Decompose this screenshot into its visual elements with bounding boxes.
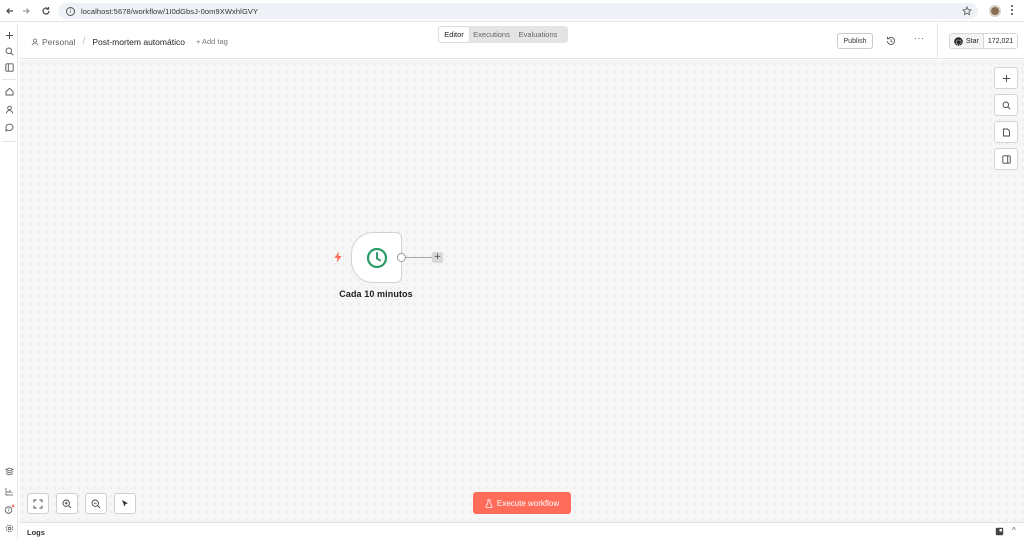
schedule-trigger-node[interactable] [351,232,402,283]
history-icon[interactable] [885,35,897,47]
templates-icon[interactable] [0,463,18,479]
github-star-button[interactable]: Star [950,34,984,48]
pop-out-icon[interactable] [995,527,1004,536]
insights-icon[interactable] [0,483,18,499]
search-nodes-button[interactable] [994,94,1018,116]
flask-icon [485,498,493,508]
more-options-icon[interactable]: ··· [914,33,925,43]
url-text: localhost:5678/workflow/1I0dGbsJ-0om9XWx… [81,6,259,16]
panel-right-icon [1001,154,1011,164]
header-divider [937,23,938,59]
clock-icon [366,247,387,268]
bookmark-star-icon[interactable] [962,6,972,16]
cursor-icon [122,499,128,507]
browser-toolbar: i localhost:5678/workflow/1I0dGbsJ-0om9X… [0,0,1024,22]
node-connector-line [406,257,432,258]
forward-button[interactable] [16,1,36,21]
logs-bar[interactable]: Logs ^ [19,522,1024,539]
breadcrumb-separator: / [82,36,86,47]
zoom-out-button[interactable] [85,493,107,514]
add-icon[interactable] [0,27,18,43]
add-next-node-button[interactable]: + [432,252,443,263]
address-bar[interactable]: i localhost:5678/workflow/1I0dGbsJ-0om9X… [58,3,978,19]
fit-view-icon [33,499,43,508]
arrow-left-icon [6,8,13,14]
zoom-out-icon [91,499,101,508]
breadcrumb-personal[interactable]: Personal [42,37,76,47]
arrow-right-icon [23,8,30,14]
reload-icon [42,7,50,15]
workflow-title[interactable]: Post-mortem automático [92,37,185,47]
select-mode-button[interactable] [114,493,136,514]
execute-workflow-button[interactable]: Execute workflow [473,492,571,514]
node-output-handle[interactable] [397,253,406,262]
github-star-label: Star [966,37,979,45]
zoom-in-button[interactable] [56,493,78,514]
add-node-button[interactable] [994,67,1018,89]
logs-label: Logs [27,528,45,537]
tab-evaluations[interactable]: Evaluations [514,27,562,42]
sidebar-divider [2,79,16,80]
svg-text:?: ? [7,507,10,513]
workflow-canvas[interactable] [19,60,1024,522]
search-icon[interactable] [0,43,18,59]
execute-workflow-label: Execute workflow [496,498,560,508]
tab-executions[interactable]: Executions [469,27,514,42]
user-icon[interactable] [0,101,18,117]
browser-menu-icon[interactable] [1010,4,1014,19]
view-tabs: Editor Executions Evaluations [438,26,568,43]
chat-icon[interactable] [0,119,18,135]
profile-avatar[interactable] [989,5,1001,17]
tab-editor[interactable]: Editor [439,27,469,42]
help-icon[interactable]: ? [0,501,18,517]
github-icon [954,36,963,46]
fit-view-button[interactable] [27,493,49,514]
site-info-icon[interactable]: i [66,6,75,16]
node-label: Cada 10 minutos [339,289,413,299]
breadcrumb: Personal / Post-mortem automático + Add … [31,36,228,47]
sticky-note-icon [1002,128,1010,136]
panel-toggle-icon[interactable] [0,59,18,75]
sticky-note-button[interactable] [994,121,1018,143]
settings-gear-icon[interactable] [0,520,18,536]
person-icon [31,38,39,46]
lightning-trigger-icon [334,251,342,263]
add-tag-button[interactable]: + Add tag [196,37,228,46]
zoom-in-icon [62,499,72,508]
github-star-count[interactable]: 172,021 [983,34,1018,48]
publish-button[interactable]: Publish [837,33,873,49]
reload-button[interactable] [36,1,56,21]
left-sidebar: ? [0,23,18,539]
plus-icon [1002,74,1010,82]
chevron-up-icon[interactable]: ^ [1012,526,1016,535]
search-icon [1002,101,1011,110]
toggle-panel-button[interactable] [994,148,1018,170]
sidebar-divider [2,141,16,142]
home-icon[interactable] [0,83,18,99]
github-star-group[interactable]: Star 172,021 [949,33,1019,49]
